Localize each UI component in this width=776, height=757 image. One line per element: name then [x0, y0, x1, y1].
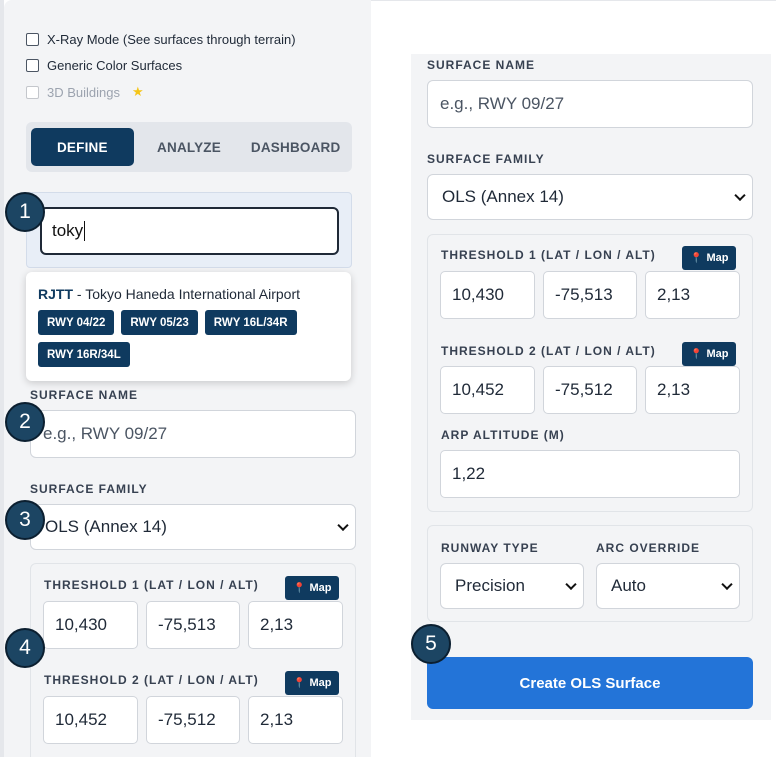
surface-name-placeholder: e.g., RWY 09/27: [43, 424, 168, 443]
text-caret: [84, 221, 86, 241]
surface-family-value: OLS (Annex 14): [45, 517, 167, 536]
threshold2-map-button[interactable]: 📍 Map: [285, 671, 340, 695]
runway-type-label: RUNWAY TYPE: [441, 541, 539, 555]
airport-code: RJTT: [38, 286, 73, 302]
threshold1-alt-input[interactable]: 2,13: [645, 271, 740, 319]
surface-name-label: SURFACE NAME: [30, 388, 139, 402]
step-badge-5: 5: [411, 624, 451, 664]
tab-analyze[interactable]: ANALYZE: [138, 128, 241, 166]
mode-tabs: DEFINE ANALYZE DASHBOARD: [26, 122, 352, 172]
map-pin-icon: 📍: [293, 582, 306, 594]
map-button-label: Map: [706, 252, 729, 264]
threshold2-label: THRESHOLD 2 (LAT / LON / ALT): [44, 673, 259, 687]
runway-chip[interactable]: RWY 16L/34R: [204, 310, 297, 335]
buildings-checkbox: [26, 85, 39, 99]
map-pin-icon: 📍: [690, 252, 703, 264]
threshold1-label: THRESHOLD 1 (LAT / LON / ALT): [44, 578, 259, 592]
search-results-dropdown: RJTT - Tokyo Haneda International Airpor…: [26, 272, 351, 381]
runway-chip[interactable]: RWY 04/22: [38, 310, 115, 335]
step-badge-3: 3: [5, 500, 45, 540]
chevron-down-icon: [337, 519, 349, 532]
runway-chip[interactable]: RWY 05/23: [121, 310, 198, 335]
buildings-option: 3D Buildings ★: [26, 84, 144, 100]
search-value: toky: [52, 221, 84, 240]
threshold1-map-button[interactable]: 📍 Map: [285, 576, 340, 600]
step-badge-2: 2: [5, 402, 45, 442]
step-badge-4: 4: [5, 628, 45, 668]
buildings-label: 3D Buildings: [47, 84, 120, 100]
map-pin-icon: 📍: [690, 348, 703, 360]
map-button-label: Map: [309, 677, 332, 689]
step-badge-1: 1: [5, 192, 45, 232]
xray-mode-option[interactable]: X-Ray Mode (See surfaces through terrain…: [26, 32, 296, 47]
surface-name-label: SURFACE NAME: [427, 58, 536, 72]
airport-separator: -: [73, 286, 86, 302]
threshold2-label: THRESHOLD 2 (LAT / LON / ALT): [441, 344, 656, 358]
chevron-down-icon: [721, 578, 733, 591]
generic-color-option[interactable]: Generic Color Surfaces: [26, 58, 182, 73]
runway-chip[interactable]: RWY 16R/34L: [38, 342, 130, 367]
runway-type-value: Precision: [455, 576, 525, 595]
chevron-down-icon: [565, 578, 577, 591]
threshold2-lat-input[interactable]: 10,452: [43, 696, 138, 744]
threshold1-lat-input[interactable]: 10,430: [43, 601, 138, 649]
surface-name-input[interactable]: e.g., RWY 09/27: [427, 80, 753, 128]
arc-override-label: ARC OVERRIDE: [596, 541, 701, 555]
generic-color-checkbox[interactable]: [26, 59, 39, 72]
divider: [371, 0, 776, 1]
airport-result[interactable]: RJTT - Tokyo Haneda International Airpor…: [38, 286, 339, 302]
xray-mode-checkbox[interactable]: [26, 33, 39, 46]
threshold1-label: THRESHOLD 1 (LAT / LON / ALT): [441, 248, 656, 262]
threshold2-lon-input[interactable]: -75,512: [146, 696, 240, 744]
tab-dashboard[interactable]: DASHBOARD: [244, 128, 347, 166]
map-button-label: Map: [309, 582, 332, 594]
threshold1-lat-input[interactable]: 10,430: [440, 271, 535, 319]
surface-family-label: SURFACE FAMILY: [427, 152, 545, 166]
runway-type-select[interactable]: Precision: [440, 563, 584, 609]
threshold2-lon-input[interactable]: -75,512: [543, 366, 637, 414]
surface-family-label: SURFACE FAMILY: [30, 482, 148, 496]
arc-override-select[interactable]: Auto: [596, 563, 740, 609]
runway-chip-list: RWY 04/22 RWY 05/23 RWY 16L/34R RWY 16R/…: [38, 310, 328, 367]
chevron-down-icon: [734, 189, 746, 202]
map-button-label: Map: [706, 348, 729, 360]
surface-name-placeholder: e.g., RWY 09/27: [440, 94, 565, 113]
airport-name: Tokyo Haneda International Airport: [85, 286, 301, 302]
threshold1-map-button[interactable]: 📍 Map: [682, 246, 737, 270]
surface-family-select[interactable]: OLS (Annex 14): [427, 174, 753, 220]
threshold2-map-button[interactable]: 📍 Map: [682, 342, 737, 366]
tab-define[interactable]: DEFINE: [31, 128, 134, 166]
surface-name-input[interactable]: e.g., RWY 09/27: [30, 410, 356, 458]
threshold2-alt-input[interactable]: 2,13: [248, 696, 343, 744]
arp-altitude-input[interactable]: 1,22: [440, 450, 740, 498]
surface-family-select[interactable]: OLS (Annex 14): [30, 504, 356, 550]
arp-altitude-label: ARP ALTITUDE (M): [441, 428, 565, 442]
airport-search-section: toky: [26, 192, 352, 268]
create-ols-surface-button[interactable]: Create OLS Surface: [427, 657, 753, 709]
airport-search-input[interactable]: toky: [40, 207, 339, 255]
surface-family-value: OLS (Annex 14): [442, 187, 564, 206]
threshold1-lon-input[interactable]: -75,513: [146, 601, 240, 649]
arc-override-value: Auto: [611, 576, 646, 595]
map-pin-icon: 📍: [293, 677, 306, 689]
threshold1-alt-input[interactable]: 2,13: [248, 601, 343, 649]
threshold2-alt-input[interactable]: 2,13: [645, 366, 740, 414]
star-icon: ★: [132, 84, 144, 99]
generic-color-label: Generic Color Surfaces: [47, 58, 183, 73]
threshold2-lat-input[interactable]: 10,452: [440, 366, 535, 414]
threshold1-lon-input[interactable]: -75,513: [543, 271, 637, 319]
xray-mode-label: X-Ray Mode (See surfaces through terrain…: [47, 32, 296, 47]
